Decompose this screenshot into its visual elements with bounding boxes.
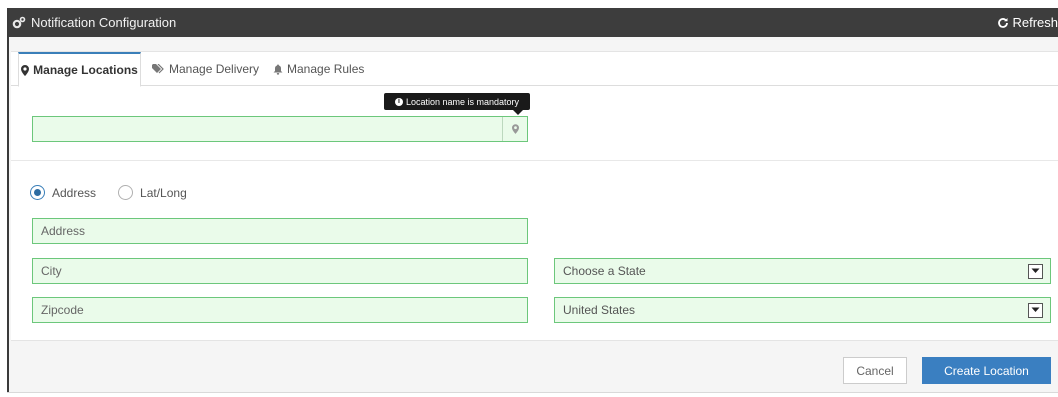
radio-latlong[interactable]: Lat/Long	[118, 185, 187, 200]
refresh-label: Refresh	[1012, 15, 1058, 30]
map-marker-icon	[21, 64, 30, 76]
state-select-value: Choose a State	[563, 264, 646, 278]
form-card: Manage Locations Manage Delivery Manage …	[11, 51, 1058, 390]
location-name-input[interactable]	[33, 117, 502, 141]
city-input[interactable]	[33, 259, 527, 283]
form-footer: Cancel Create Location	[11, 340, 1058, 390]
zipcode-field	[32, 297, 528, 323]
cancel-button[interactable]: Cancel	[843, 357, 907, 384]
title-bar: Notification Configuration Refresh	[9, 8, 1058, 37]
location-addon	[502, 117, 527, 141]
radio-address-indicator[interactable]	[30, 185, 45, 200]
tab-bar: Manage Locations Manage Delivery Manage …	[11, 52, 1058, 87]
map-marker-icon	[511, 124, 519, 134]
zipcode-input[interactable]	[33, 298, 527, 322]
radio-latlong-label: Lat/Long	[140, 185, 187, 200]
page-title: Notification Configuration	[31, 15, 177, 30]
section-divider	[11, 160, 1058, 161]
radio-address[interactable]: Address	[30, 185, 96, 200]
validation-tooltip: i Location name is mandatory	[384, 93, 530, 115]
tab-manage-locations[interactable]: Manage Locations	[18, 52, 141, 87]
bottom-divider	[7, 392, 1058, 393]
bell-icon	[273, 64, 283, 75]
radio-address-label: Address	[52, 185, 97, 200]
country-select[interactable]: United States	[554, 297, 1051, 323]
create-location-button[interactable]: Create Location	[922, 357, 1051, 384]
info-icon: i	[394, 97, 403, 106]
tab-label: Manage Locations	[33, 63, 138, 77]
chevron-down-icon[interactable]	[1028, 263, 1043, 279]
tags-icon	[152, 64, 164, 74]
radio-latlong-indicator[interactable]	[118, 185, 134, 200]
tab-label: Manage Rules	[287, 62, 365, 76]
country-select-value: United States	[563, 303, 636, 317]
tab-label: Manage Delivery	[169, 62, 260, 76]
refresh-button[interactable]: Refresh	[997, 8, 1058, 37]
address-field	[32, 218, 528, 244]
location-name-field	[32, 116, 528, 142]
refresh-icon	[998, 17, 1009, 28]
chevron-down-icon[interactable]	[1028, 302, 1043, 318]
tab-manage-rules[interactable]: Manage Rules	[273, 52, 364, 86]
content-panel: Manage Locations Manage Delivery Manage …	[9, 37, 1058, 392]
tab-manage-delivery[interactable]: Manage Delivery	[152, 52, 259, 86]
city-field	[32, 258, 528, 284]
address-input[interactable]	[33, 219, 527, 243]
location-mode-radio-group: Address Lat/Long	[30, 185, 209, 200]
tooltip-text: Location name is mandatory	[405, 96, 520, 107]
notification-config-window: Notification Configuration Refresh Manag…	[7, 8, 1058, 392]
state-select[interactable]: Choose a State	[554, 258, 1051, 284]
cogs-icon	[12, 16, 26, 30]
